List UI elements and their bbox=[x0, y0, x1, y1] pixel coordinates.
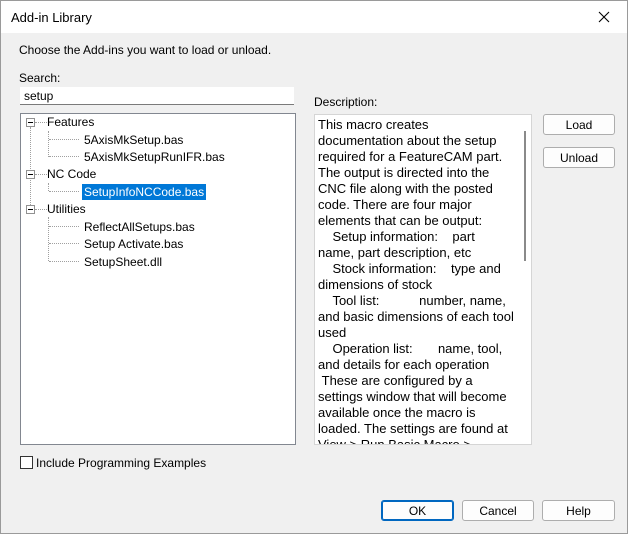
tree-connector bbox=[48, 217, 49, 261]
search-input[interactable] bbox=[20, 87, 294, 105]
description-label: Description: bbox=[314, 95, 378, 109]
tree-connector bbox=[49, 226, 79, 227]
description-scrollbar[interactable] bbox=[524, 131, 526, 261]
tree-connector bbox=[48, 183, 49, 191]
tree-group-nc-code[interactable]: NC Code bbox=[47, 166, 96, 182]
load-button[interactable]: Load bbox=[543, 114, 615, 135]
description-text: This macro creates documentation about t… bbox=[318, 117, 514, 445]
tree-connector bbox=[48, 131, 49, 157]
search-label: Search: bbox=[19, 71, 61, 85]
tree-connector bbox=[49, 261, 79, 262]
add-in-library-dialog: Add-in Library Choose the Add-ins you wa… bbox=[0, 0, 628, 534]
tree-connector bbox=[49, 191, 79, 192]
unload-button[interactable]: Unload bbox=[543, 147, 615, 168]
tree-connector bbox=[35, 174, 47, 175]
description-box[interactable]: This macro creates documentation about t… bbox=[314, 114, 532, 445]
tree-item[interactable]: 5AxisMkSetup.bas bbox=[84, 132, 183, 148]
instructions-text: Choose the Add-ins you want to load or u… bbox=[19, 43, 272, 57]
tree-connector bbox=[35, 209, 47, 210]
tree-item[interactable]: SetupSheet.dll bbox=[84, 254, 162, 270]
include-examples-checkbox[interactable] bbox=[20, 456, 33, 469]
tree-group-utilities[interactable]: Utilities bbox=[47, 201, 86, 217]
tree-group-features[interactable]: Features bbox=[47, 114, 94, 130]
include-examples-label: Include Programming Examples bbox=[36, 456, 207, 470]
collapse-toggle-icon[interactable] bbox=[26, 205, 35, 214]
ok-button[interactable]: OK bbox=[381, 500, 454, 521]
tree-item-selected[interactable]: SetupInfoNCCode.bas bbox=[82, 184, 207, 200]
close-icon bbox=[598, 11, 610, 23]
add-in-tree[interactable]: Features 5AxisMkSetup.bas 5AxisMkSetupRu… bbox=[20, 113, 296, 445]
tree-connector bbox=[35, 122, 47, 123]
tree-connector bbox=[30, 127, 31, 209]
tree-connector bbox=[49, 139, 79, 140]
tree-item[interactable]: 5AxisMkSetupRunIFR.bas bbox=[84, 149, 225, 165]
window-title: Add-in Library bbox=[11, 10, 92, 25]
tree-connector bbox=[49, 243, 79, 244]
tree-connector bbox=[49, 156, 79, 157]
collapse-toggle-icon[interactable] bbox=[26, 170, 35, 179]
tree-item[interactable]: ReflectAllSetups.bas bbox=[84, 219, 195, 235]
title-bar: Add-in Library bbox=[1, 1, 627, 33]
help-button[interactable]: Help bbox=[542, 500, 615, 521]
tree-item[interactable]: Setup Activate.bas bbox=[84, 236, 183, 252]
collapse-toggle-icon[interactable] bbox=[26, 118, 35, 127]
cancel-button[interactable]: Cancel bbox=[462, 500, 534, 521]
close-button[interactable] bbox=[581, 1, 627, 33]
